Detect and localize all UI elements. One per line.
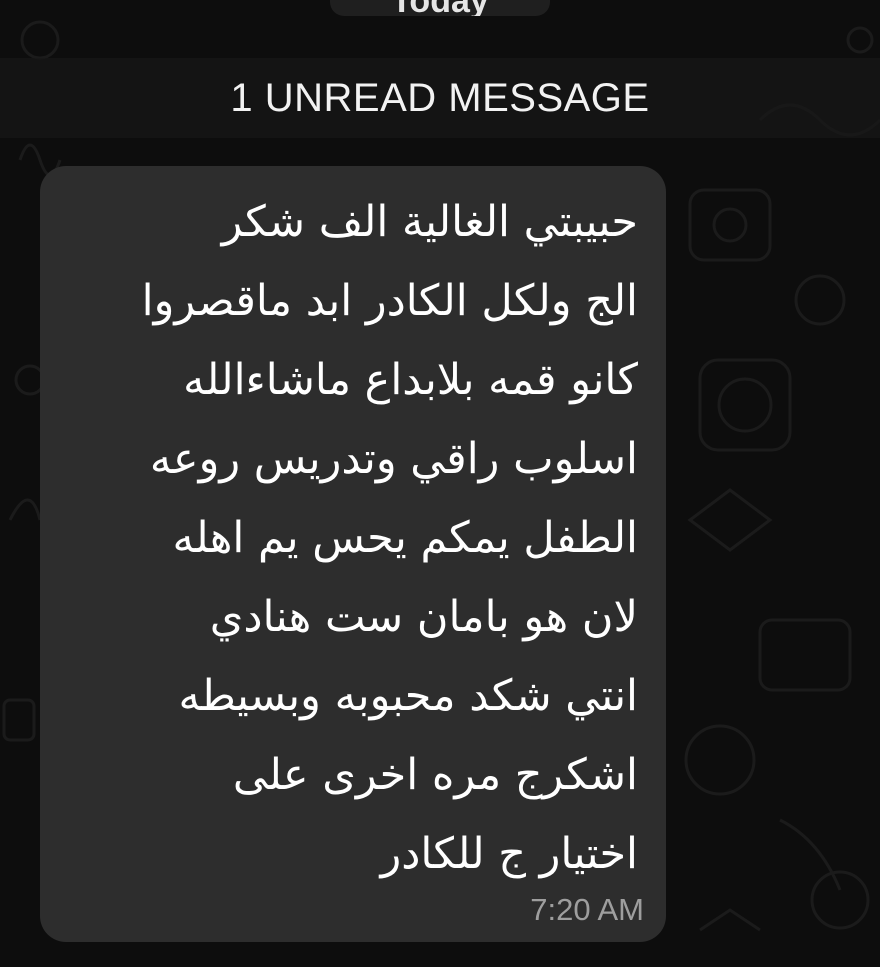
message-line: اختيار ج للكادر: [380, 829, 638, 879]
message-timestamp: 7:20 AM: [530, 892, 644, 927]
date-separator: Today: [330, 0, 550, 16]
message-line: اسلوب راقي وتدريس روعه: [149, 434, 638, 484]
unread-messages-banner: 1 UNREAD MESSAGE: [0, 58, 880, 138]
message-line: حبيبتي الغالية الف شكر: [221, 197, 638, 247]
unread-banner-label: 1 UNREAD MESSAGE: [230, 76, 650, 120]
message-line: الج ولكل الكادر ابد ماقصروا: [141, 276, 638, 326]
chat-screen: Today 1 UNREAD MESSAGE حبيبتي الغالية ال…: [0, 0, 880, 967]
message-line: كانو قمه بلابداع ماشاءالله: [183, 355, 638, 405]
message-line: لان هو بامان ست هنادي: [209, 592, 638, 642]
incoming-message-bubble[interactable]: حبيبتي الغالية الف شكر الج ولكل الكادر ا…: [40, 166, 666, 942]
date-label: Today: [391, 0, 489, 16]
message-line: الطفل يمكم يحس يم اهله: [172, 513, 638, 563]
message-line: انتي شكد محبوبه وبسيطه: [178, 671, 638, 721]
message-line: اشكرج مره اخرى على: [232, 750, 638, 800]
